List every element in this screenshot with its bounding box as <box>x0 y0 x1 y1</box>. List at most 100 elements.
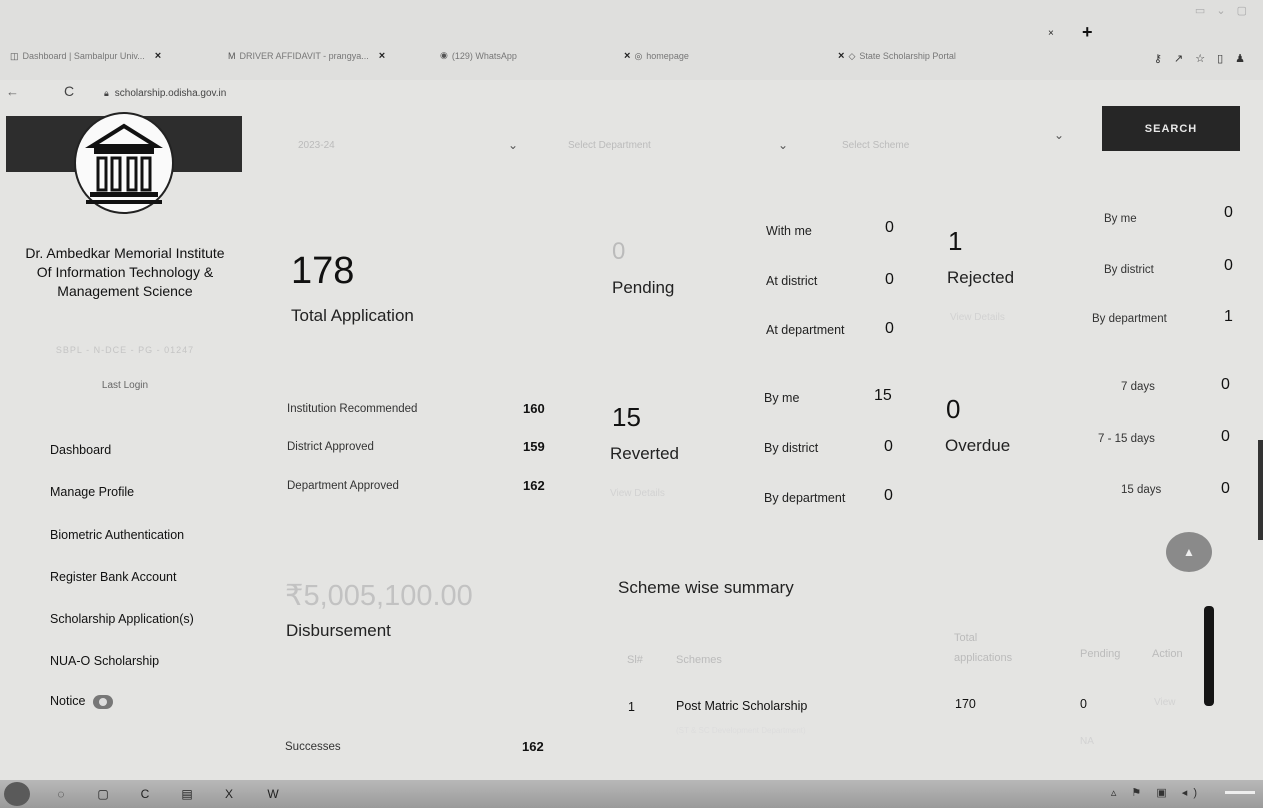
overdue-15-days-value: 0 <box>1221 480 1230 497</box>
overdue-label: Overdue <box>945 436 1011 455</box>
sidebar-icon[interactable]: ▯ <box>1217 52 1223 65</box>
chevron-down-icon[interactable]: ⌄ <box>508 138 518 152</box>
rejected-by-me-value: 0 <box>1224 204 1233 221</box>
rejected-label: Rejected <box>947 268 1015 287</box>
browser-tab[interactable]: ◫ Dashboard | Sambalpur Univ... × <box>10 50 161 62</box>
reverted-by-department-label: By department <box>764 491 846 505</box>
word-icon[interactable]: W <box>262 784 284 804</box>
browser-tab-bar: ◫ Dashboard | Sambalpur Univ... × M DRIV… <box>0 0 1263 80</box>
chevron-down-icon[interactable]: ⌄ <box>1054 128 1064 142</box>
disbursement-label: Disbursement <box>286 621 391 640</box>
total-application-count: 178 <box>291 250 355 292</box>
row-scheme: Post Matric Scholarship <box>676 699 808 713</box>
page-icon: ◇ <box>848 50 856 61</box>
institution-recommended-value: 160 <box>523 401 545 416</box>
overdue-15-days-label: 15 days <box>1121 484 1162 496</box>
browser-tab[interactable]: × ◎ homepage <box>618 50 689 62</box>
sidebar-item-notice[interactable]: Notice <box>50 694 113 709</box>
window-controls[interactable]: ▭ ⌄ ▢ <box>1195 4 1251 17</box>
browser-tab[interactable]: × ◇ State Scholarship Portal <box>832 50 956 62</box>
rejected-by-department-label: By department <box>1092 313 1167 325</box>
successes-label: Successes <box>285 741 341 753</box>
total-application-label: Total Application <box>291 306 414 325</box>
tab-close-icon[interactable]: × <box>1048 28 1054 39</box>
chevron-down-icon[interactable]: ⌄ <box>778 138 788 152</box>
table-header-pending: Pending <box>1080 648 1121 660</box>
close-icon[interactable]: × <box>838 50 844 62</box>
tab-title: State Scholarship Portal <box>859 51 956 61</box>
chrome-icon[interactable]: C <box>134 784 156 804</box>
district-approved-value: 159 <box>523 439 545 454</box>
sidebar-item-register-bank-account[interactable]: Register Bank Account <box>50 570 176 584</box>
row-total: 170 <box>955 697 976 711</box>
sidebar-item-manage-profile[interactable]: Manage Profile <box>50 485 134 499</box>
scheme-select[interactable]: Select Scheme <box>842 140 909 151</box>
rejected-by-district-label: By district <box>1104 264 1154 276</box>
institution-recommended-label: Institution Recommended <box>287 403 418 415</box>
reverted-count: 15 <box>612 402 641 432</box>
share-icon[interactable]: ↗ <box>1174 52 1183 65</box>
star-icon[interactable]: ☆ <box>1195 52 1205 65</box>
sidebar-item-scholarship-applications[interactable]: Scholarship Application(s) <box>50 612 194 626</box>
close-icon[interactable]: × <box>379 50 385 62</box>
search-button[interactable]: SEARCH <box>1102 106 1240 151</box>
pending-with-me-label: With me <box>766 224 812 238</box>
page-scrollbar[interactable] <box>1258 440 1263 540</box>
gmail-icon: M <box>228 51 236 61</box>
year-select[interactable]: 2023-24 <box>298 140 335 151</box>
ie-icon[interactable]: ◌ <box>50 784 72 804</box>
tab-title: (129) WhatsApp <box>451 50 517 61</box>
rejected-view-details-link[interactable]: View Details <box>950 312 1005 323</box>
arrow-up-icon: ▲ <box>1183 545 1195 559</box>
reverted-by-me-label: By me <box>764 391 800 405</box>
system-tray[interactable]: ▵ ⚑ ▣ ◂) <box>1111 786 1203 799</box>
rejected-by-district-value: 0 <box>1224 257 1233 274</box>
browser-tab[interactable]: M DRIVER AFFIDAVIT - prangya... × <box>228 50 385 62</box>
lock-icon: 🔒︎ <box>104 88 109 98</box>
institution-logo <box>74 112 174 214</box>
pending-count: 0 <box>612 238 626 265</box>
excel-icon[interactable]: X <box>218 784 240 804</box>
start-button[interactable] <box>4 782 30 806</box>
reverted-by-me-value: 15 <box>874 387 892 404</box>
overdue-7-days-value: 0 <box>1221 376 1230 393</box>
tab-title: Dashboard | Sambalpur Univ... <box>22 51 145 61</box>
table-header-sl: Sl# <box>627 654 643 666</box>
sidebar-item-label: Notice <box>50 694 86 708</box>
sidebar-item-biometric-authentication[interactable]: Biometric Authentication <box>50 528 184 542</box>
close-icon[interactable]: × <box>155 50 161 62</box>
sidebar-item-dashboard[interactable]: Dashboard <box>50 443 111 457</box>
table-header-action: Action <box>1152 648 1183 660</box>
row-view-link[interactable]: View <box>1154 697 1176 708</box>
scheme-summary-title: Scheme wise summary <box>618 578 794 597</box>
row-pending: 0 <box>1080 697 1087 711</box>
pending-at-district-label: At district <box>766 274 818 288</box>
institution-code: SBPL - N-DCE - PG - 01247 <box>55 345 195 355</box>
app-icon[interactable]: ▤ <box>176 784 198 804</box>
back-icon[interactable]: ← <box>6 84 19 99</box>
key-icon[interactable]: ⚷ <box>1154 52 1162 65</box>
new-tab-button[interactable]: + <box>1082 22 1093 43</box>
scroll-to-top-button[interactable]: ▲ <box>1166 532 1212 572</box>
overdue-7-15-days-value: 0 <box>1221 428 1230 445</box>
clock[interactable]: ▬▬▬ <box>1225 786 1255 797</box>
address-bar[interactable]: 🔒︎ scholarship.odisha.gov.in <box>104 88 226 99</box>
scrollbar-thumb[interactable] <box>1204 606 1214 706</box>
pending-with-me-value: 0 <box>885 219 894 236</box>
close-icon[interactable]: × <box>624 50 630 62</box>
sidebar-item-nua-o-scholarship[interactable]: NUA-O Scholarship <box>50 654 159 668</box>
pending-at-department-value: 0 <box>885 320 894 337</box>
browser-tab[interactable]: ◉ (129) WhatsApp <box>440 50 517 61</box>
successes-value: 162 <box>522 739 544 754</box>
table-header-total-applications: Total applications <box>954 632 1013 664</box>
profile-icon[interactable]: ♟ <box>1235 52 1245 65</box>
reverted-view-details-link[interactable]: View Details <box>610 488 665 499</box>
rejected-count: 1 <box>948 226 963 256</box>
department-select[interactable]: Select Department <box>568 140 651 151</box>
folder-icon[interactable]: ▢ <box>92 784 114 804</box>
url-text: scholarship.odisha.gov.in <box>114 88 227 99</box>
table-header-schemes: Schemes <box>676 654 722 666</box>
reload-icon[interactable]: C <box>64 83 74 99</box>
rejected-by-department-value: 1 <box>1224 308 1233 325</box>
department-approved-label: Department Approved <box>287 480 399 492</box>
